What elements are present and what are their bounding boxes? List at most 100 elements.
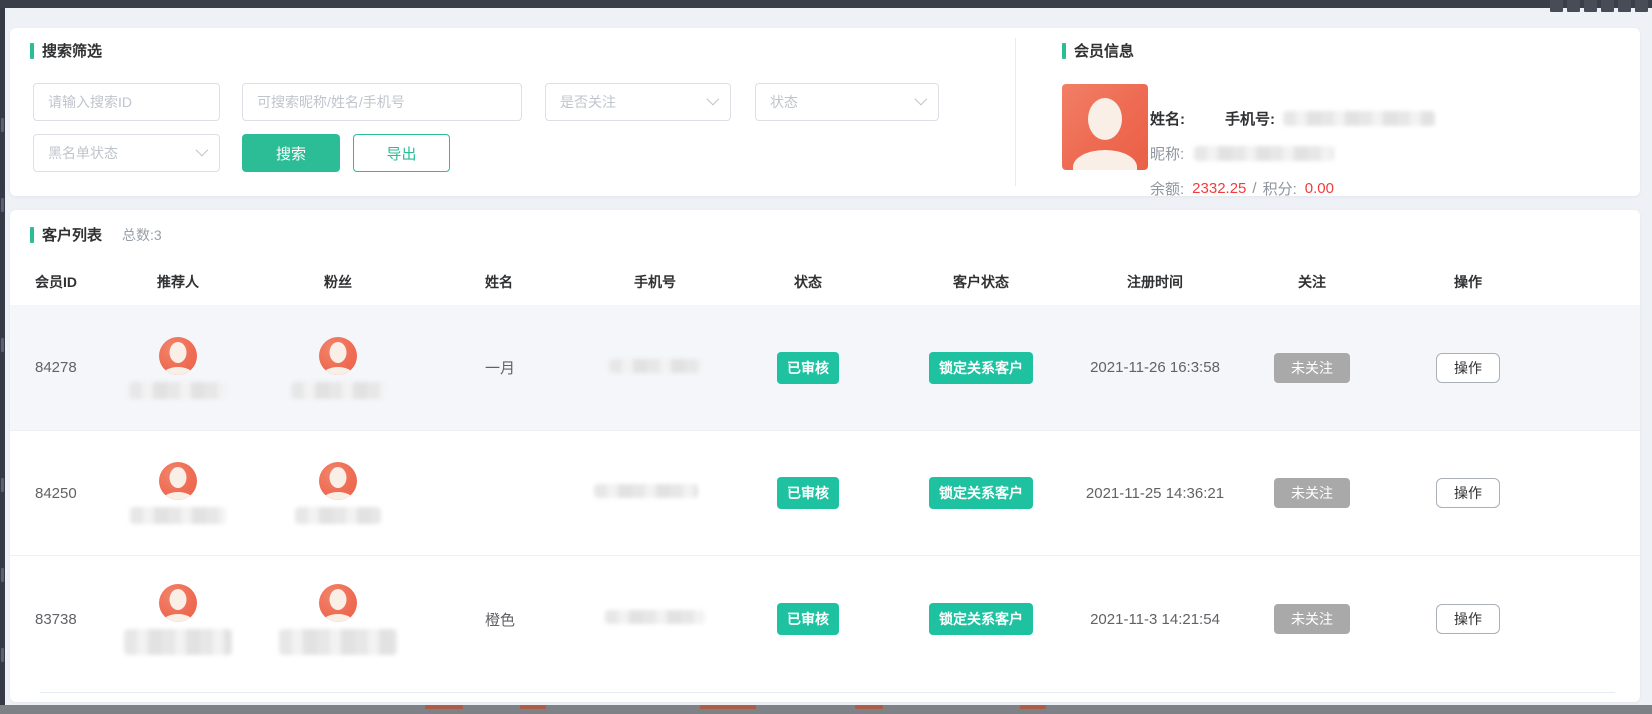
redacted-phone (609, 359, 701, 373)
referrer-cell (120, 462, 236, 524)
redacted-referrer-name (130, 507, 226, 524)
accent-bar (30, 227, 34, 243)
customer-status-badge: 锁定关系客户 (929, 603, 1033, 635)
col-header-follow: 关注 (1229, 272, 1395, 292)
balance-label: 余额: (1150, 178, 1184, 199)
register-time-cell: 2021-11-25 14:36:21 (1081, 485, 1229, 502)
points-label: 积分: (1263, 178, 1297, 199)
fan-cell (236, 584, 440, 655)
window-top-edge (0, 0, 1652, 8)
avatar-person-icon (330, 467, 347, 488)
avatar (159, 337, 197, 375)
fan-cell (236, 337, 440, 399)
total-count: 总数:3 (122, 225, 162, 245)
action-button[interactable]: 操作 (1436, 353, 1500, 383)
member-avatar (1062, 84, 1148, 170)
chevron-down-icon (915, 92, 928, 105)
redacted-phone (594, 484, 698, 498)
col-header-customer-status: 客户状态 (881, 272, 1081, 292)
col-header-status: 状态 (735, 272, 881, 292)
customer-status-badge: 锁定关系客户 (929, 477, 1033, 509)
customer-status-badge: 锁定关系客户 (929, 352, 1033, 384)
chevron-down-icon (707, 92, 720, 105)
member-id-cell: 83738 (35, 611, 120, 628)
redacted-nickname-value (1194, 146, 1334, 161)
separator: / (1252, 180, 1256, 197)
search-filter-title: 搜索筛选 (30, 40, 102, 61)
search-id-input[interactable] (33, 83, 220, 121)
col-header-phone: 手机号 (575, 272, 735, 292)
nickname-label: 昵称: (1150, 143, 1184, 164)
follow-badge: 未关注 (1274, 353, 1350, 383)
col-header-fans: 粉丝 (236, 272, 440, 292)
status-badge: 已审核 (777, 352, 839, 384)
balance-value: 2332.25 (1192, 180, 1246, 197)
panel-title: 会员信息 (1074, 40, 1134, 61)
redacted-phone (605, 610, 705, 624)
status-select[interactable]: 状态 (755, 83, 939, 121)
name-label: 姓名: (1150, 108, 1185, 129)
chevron-down-icon (196, 143, 209, 156)
table-row: 84278 一月 已审核 锁定关系客户 2021-11-26 16:3:58 未… (10, 305, 1640, 430)
customer-list-title: 客户列表 总数:3 (30, 224, 162, 245)
points-value: 0.00 (1305, 180, 1334, 197)
col-header-member-id: 会员ID (35, 272, 120, 292)
redacted-fan-name (291, 382, 385, 399)
window-left-edge (0, 8, 5, 705)
register-time-cell: 2021-11-3 14:21:54 (1081, 611, 1229, 628)
select-placeholder: 是否关注 (560, 92, 616, 112)
redacted-referrer-name (124, 629, 232, 655)
table-row: 83738 橙色 已审核 锁定关系客户 2021-11-3 14:21:54 未… (10, 555, 1640, 682)
accent-bar (1062, 43, 1066, 59)
search-button[interactable]: 搜索 (242, 134, 340, 172)
table-bottom-divider (40, 692, 1615, 693)
avatar-person-icon (170, 589, 187, 610)
name-cell: 一月 (440, 357, 575, 378)
avatar-person-icon (330, 342, 347, 363)
panel-title: 客户列表 (42, 224, 102, 245)
avatar-person-icon (330, 589, 347, 610)
col-header-register-time: 注册时间 (1081, 272, 1229, 292)
clipped-content-fragment (1550, 0, 1648, 13)
fan-cell (236, 462, 440, 524)
redacted-fan-name (295, 507, 381, 524)
member-name-phone-line: 姓名: 手机号: (1150, 108, 1435, 129)
avatar (159, 584, 197, 622)
action-button[interactable]: 操作 (1436, 478, 1500, 508)
follow-status-select[interactable]: 是否关注 (545, 83, 731, 121)
avatar-person-icon (170, 342, 187, 363)
export-button[interactable]: 导出 (353, 134, 450, 172)
follow-badge: 未关注 (1274, 604, 1350, 634)
col-header-name: 姓名 (440, 272, 575, 292)
col-header-referrer: 推荐人 (120, 272, 236, 292)
member-id-cell: 84250 (35, 485, 120, 502)
blacklist-status-select[interactable]: 黑名单状态 (33, 134, 220, 172)
status-badge: 已审核 (777, 477, 839, 509)
phone-label: 手机号: (1225, 108, 1275, 129)
redacted-referrer-name (129, 382, 227, 399)
keyword-search-input[interactable] (242, 83, 522, 121)
select-placeholder: 状态 (770, 92, 798, 112)
accent-bar (30, 43, 34, 59)
follow-badge: 未关注 (1274, 478, 1350, 508)
register-time-cell: 2021-11-26 16:3:58 (1081, 359, 1229, 376)
member-balance-line: 余额: 2332.25 / 积分: 0.00 (1150, 178, 1334, 199)
status-badge: 已审核 (777, 603, 839, 635)
name-cell: 橙色 (440, 609, 575, 630)
redacted-phone-value (1283, 111, 1435, 126)
panel-title: 搜索筛选 (42, 40, 102, 61)
referrer-cell (120, 337, 236, 399)
avatar (319, 337, 357, 375)
avatar (159, 462, 197, 500)
page-background: 搜索筛选 是否关注 状态 黑名单状态 搜索 导出 (5, 8, 1652, 705)
screen: 搜索筛选 是否关注 状态 黑名单状态 搜索 导出 (0, 0, 1652, 714)
member-nickname-line: 昵称: (1150, 143, 1334, 164)
table-header: 会员ID 推荐人 粉丝 姓名 手机号 状态 客户状态 注册时间 关注 操作 (10, 262, 1640, 302)
avatar-person-icon (1088, 98, 1122, 140)
filter-and-member-card: 搜索筛选 是否关注 状态 黑名单状态 搜索 导出 (10, 28, 1640, 196)
avatar (319, 462, 357, 500)
referrer-cell (120, 584, 236, 655)
member-id-cell: 84278 (35, 359, 120, 376)
col-header-action: 操作 (1395, 272, 1541, 292)
action-button[interactable]: 操作 (1436, 604, 1500, 634)
